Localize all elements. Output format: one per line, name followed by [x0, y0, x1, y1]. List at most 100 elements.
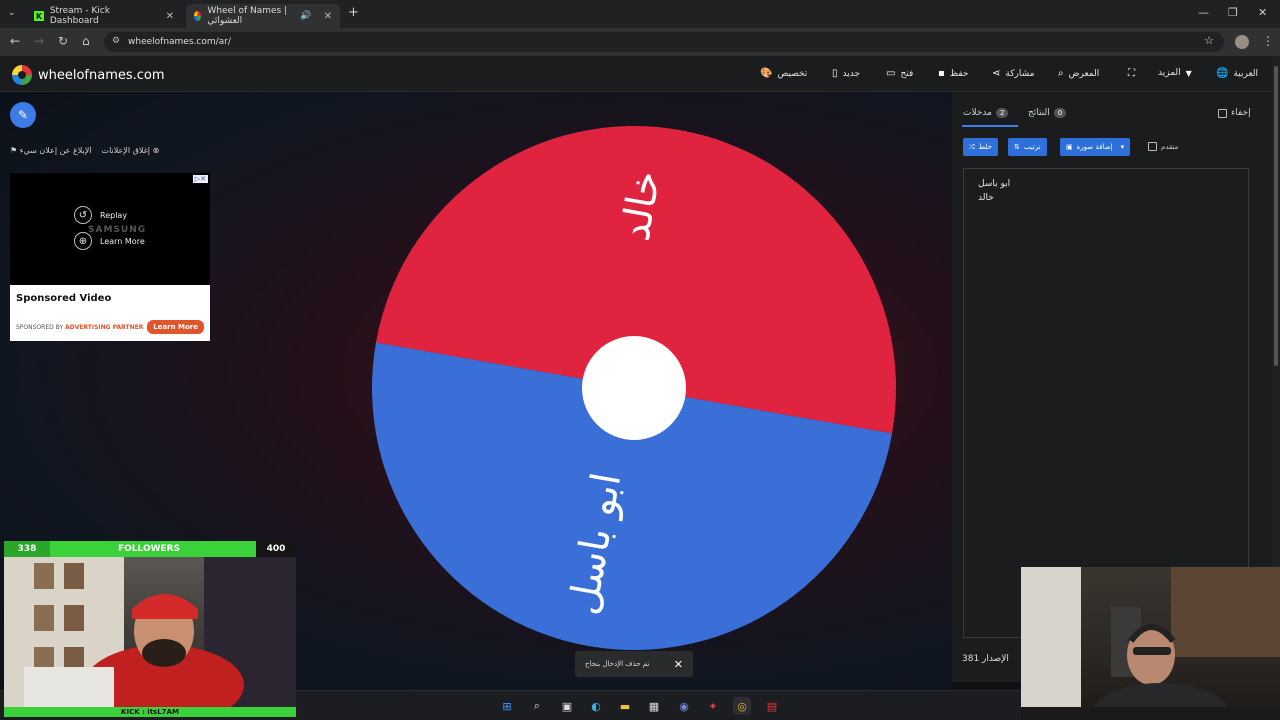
browser-menu-icon[interactable]: ⋮	[1262, 34, 1274, 48]
audio-playing-icon[interactable]: 🔊	[300, 11, 311, 21]
hide-label: إخفاء	[1231, 108, 1251, 118]
save-label: حفظ	[949, 68, 969, 79]
more-label: المزيد	[1158, 68, 1181, 78]
app-icon[interactable]: ✦	[704, 697, 722, 715]
new-button[interactable]: ▯ جديد	[832, 68, 860, 79]
open-button[interactable]: ▭ فتح	[886, 68, 913, 79]
share-label: مشاركة	[1005, 68, 1035, 79]
webcam-scene	[4, 557, 296, 707]
advanced-checkbox[interactable]	[1148, 142, 1157, 151]
address-bar-row: ← → ↻ ⌂ ⚙ wheelofnames.com/ar/ ☆ ⋮	[0, 28, 1280, 56]
learn-more-label: Learn More	[100, 236, 145, 246]
discord-icon[interactable]: ◉	[675, 697, 693, 715]
close-ads-label: إغلاق الإعلانات	[101, 146, 151, 155]
site-info-icon[interactable]: ⚙	[112, 36, 120, 46]
edit-pencil-button[interactable]: ✎	[10, 102, 36, 128]
advanced-toggle[interactable]: متقدم	[1148, 142, 1178, 151]
fullscreen-icon: ⛶	[1128, 68, 1135, 79]
shuffle-label: خلط	[978, 143, 992, 151]
sort-label: ترتيب	[1023, 143, 1041, 151]
kick-handle-bar: KICK : itsL7AM	[4, 707, 296, 717]
profile-avatar[interactable]	[1235, 35, 1249, 49]
streaming-app-icon[interactable]: ▤	[763, 697, 781, 715]
sponsored-ad[interactable]: ▷✕ ↺ Replay SAMSUNG ⊕ Learn More Sponsor…	[10, 173, 210, 341]
shuffle-button[interactable]: ⤮ خلط	[963, 138, 998, 156]
tab-wheel-of-names[interactable]: Wheel of Names | العشوائي 🔊 ✕	[186, 4, 340, 28]
share-button[interactable]: ⋖ مشاركة	[992, 68, 1034, 79]
close-toast-icon[interactable]: ✕	[674, 658, 683, 671]
report-ad-label: الإبلاغ عن إعلان سيء	[19, 146, 92, 155]
minimize-icon[interactable]: —	[1198, 6, 1209, 19]
forward-icon[interactable]: →	[34, 34, 44, 48]
customize-label: تخصيص	[777, 68, 808, 79]
new-label: جديد	[842, 68, 861, 79]
tab-title: Stream - Kick Dashboard	[49, 6, 110, 26]
close-window-icon[interactable]: ✕	[1258, 6, 1267, 19]
tab-search-button[interactable]: ⌄	[8, 8, 16, 18]
ad-choices-icon[interactable]: ▷✕	[192, 175, 208, 183]
close-tab-icon[interactable]: ✕	[324, 11, 332, 22]
sort-button[interactable]: ⇅ ترتيب	[1008, 138, 1047, 156]
open-label: فتح	[900, 68, 914, 79]
edge-browser-icon[interactable]: ◐	[587, 697, 605, 715]
replay-icon: ↺	[74, 206, 92, 224]
results-count-badge: 0	[1053, 108, 1067, 118]
new-tab-icon[interactable]: +	[348, 5, 359, 20]
language-button[interactable]: 🌐 العربية	[1216, 68, 1258, 79]
ad-cta-button[interactable]: Learn More	[147, 320, 204, 334]
file-explorer-icon[interactable]: ▬	[616, 697, 634, 715]
guest-webcam-overlay	[1021, 567, 1280, 720]
url-field[interactable]: ⚙ wheelofnames.com/ar/ ☆	[104, 32, 1224, 52]
home-icon[interactable]: ⌂	[82, 34, 90, 48]
gallery-button[interactable]: ⌕ المعرض	[1058, 68, 1099, 79]
globe-icon: ⊕	[74, 232, 92, 250]
globe-icon: 🌐	[1216, 68, 1229, 79]
add-image-label: إضافة صورة	[1076, 143, 1113, 151]
site-logo[interactable]: wheelofnames.com	[12, 65, 165, 85]
folder-open-icon: ▭	[886, 68, 896, 79]
sponsored-prefix: SPONSORED BY	[16, 324, 64, 331]
followers-label: FOLLOWERS	[118, 544, 181, 554]
search-icon[interactable]: ⌕	[528, 697, 546, 715]
flag-icon: ⚑	[10, 146, 18, 155]
add-image-button[interactable]: ▣ إضافة صورة ▾	[1060, 138, 1131, 156]
task-view-icon[interactable]: ▣	[558, 697, 576, 715]
wheel-logo-icon	[12, 65, 32, 85]
chrome-browser-icon[interactable]: ◎	[733, 697, 751, 715]
store-icon[interactable]: ▦	[645, 697, 663, 715]
restore-icon[interactable]: ❐	[1228, 6, 1238, 19]
save-button[interactable]: ▪ حفظ	[938, 68, 968, 79]
wheel-center-hub[interactable]	[582, 336, 686, 440]
customize-button[interactable]: 🎨 تخصيص	[760, 68, 807, 79]
scrollbar-thumb[interactable]	[1274, 66, 1278, 366]
tab-entries[interactable]: مدخلات 2	[963, 108, 1009, 118]
reload-icon[interactable]: ↻	[58, 34, 68, 48]
fullscreen-button[interactable]: ⛶	[1128, 68, 1135, 79]
close-ads-link[interactable]: إغلاق الإعلانات ⊗	[102, 146, 160, 155]
report-ad-link[interactable]: ⚑ الإبلاغ عن إعلان سيء	[10, 146, 92, 155]
replay-label: Replay	[100, 210, 128, 220]
wheel-favicon-icon	[194, 11, 202, 21]
toast-message: تم حذف الإدخال بنجاح	[585, 660, 650, 668]
tab-kick-dashboard[interactable]: K Stream - Kick Dashboard ✕	[26, 4, 182, 28]
entry-line: خالد	[978, 193, 994, 203]
site-header: wheelofnames.com 🎨 تخصيص ▯ جديد ▭ فتح ▪ …	[0, 56, 1272, 92]
logo-text: wheelofnames.com	[38, 67, 165, 83]
close-tab-icon[interactable]: ✕	[166, 11, 174, 22]
ad-replay-button[interactable]: ↺ Replay	[74, 206, 127, 224]
back-icon[interactable]: ←	[10, 34, 20, 48]
spin-wheel[interactable]: خالد ابو باسل	[372, 126, 896, 650]
hide-toggle[interactable]: إخفاء	[1218, 108, 1251, 118]
ad-learn-more-link[interactable]: ⊕ Learn More	[74, 232, 145, 250]
tab-results[interactable]: النتائج 0	[1028, 108, 1067, 118]
more-menu-button[interactable]: المزيد ▼	[1158, 68, 1192, 78]
gallery-label: المعرض	[1068, 68, 1100, 79]
bookmark-star-icon[interactable]: ☆	[1204, 34, 1214, 47]
share-icon: ⋖	[992, 68, 1001, 79]
ad-video[interactable]: ▷✕ ↺ Replay SAMSUNG ⊕ Learn More	[10, 173, 210, 285]
save-icon: ▪	[938, 68, 945, 79]
entries-count-badge: 2	[995, 108, 1009, 118]
windows-start-icon[interactable]: ⊞	[498, 697, 516, 715]
language-label: العربية	[1233, 68, 1259, 79]
hide-checkbox[interactable]	[1218, 108, 1227, 118]
